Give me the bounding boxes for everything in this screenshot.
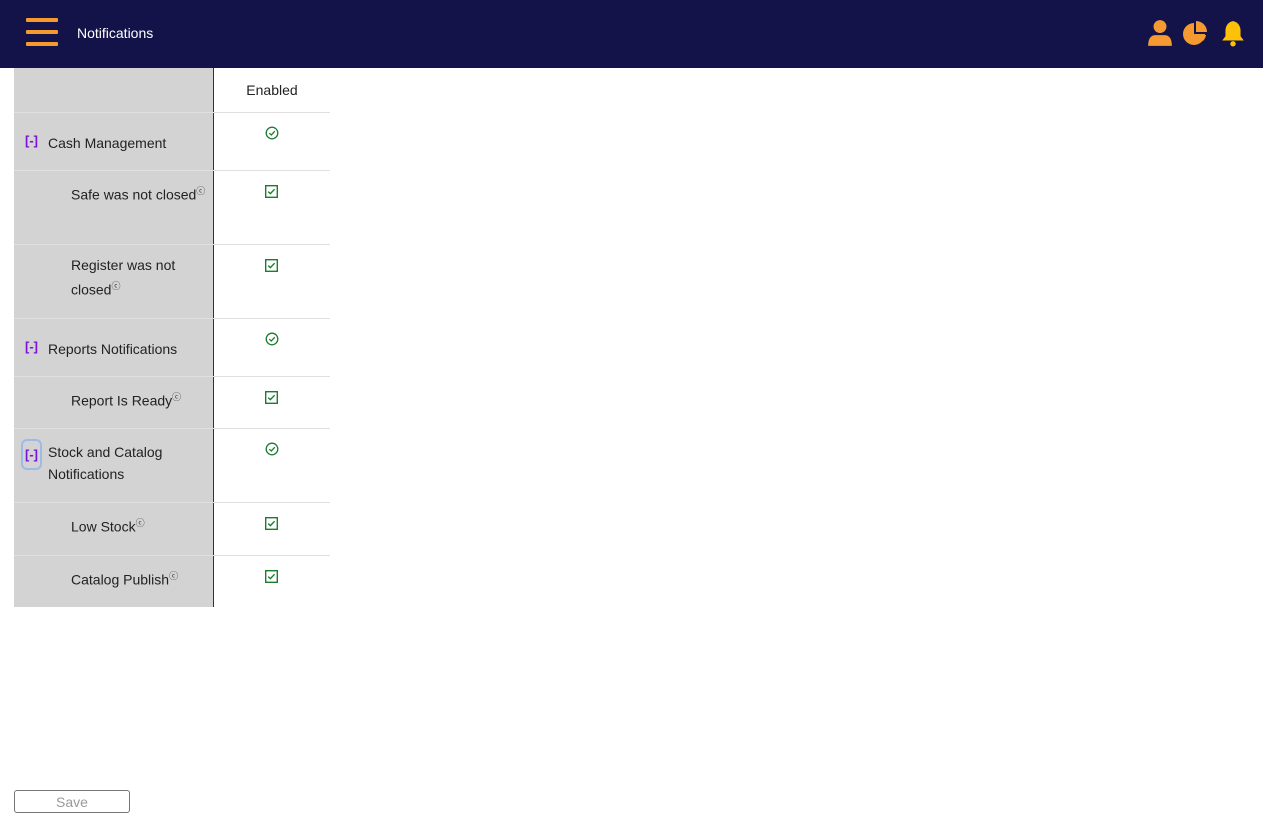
column-header-enabled: Enabled xyxy=(246,82,298,98)
collapse-toggle[interactable]: [-] xyxy=(25,339,38,354)
group-enabled-check-icon[interactable] xyxy=(265,126,279,140)
help-icon[interactable]: ⓒ xyxy=(111,281,120,291)
notification-row: Low Stockⓒ xyxy=(14,502,330,555)
enabled-checkbox[interactable] xyxy=(264,258,279,273)
page-title: Notifications xyxy=(77,25,154,41)
notification-label: Register was not closed xyxy=(71,257,176,298)
group-label: Reports Notifications xyxy=(48,341,178,357)
collapse-toggle[interactable]: [-] xyxy=(25,133,38,148)
enabled-checkbox[interactable] xyxy=(264,390,279,405)
group-label: Stock and Catalog Notifications xyxy=(48,444,163,482)
notification-label: Catalog Publish xyxy=(71,571,170,588)
bell-icon[interactable] xyxy=(1220,19,1246,47)
group-row: [-] Cash Management xyxy=(14,112,330,170)
enabled-checkbox[interactable] xyxy=(264,184,279,199)
enabled-checkbox[interactable] xyxy=(264,516,279,531)
user-icon[interactable] xyxy=(1147,19,1173,47)
notifications-table: Enabled [-] Cash Management Safe was not c… xyxy=(14,68,330,607)
group-label: Cash Management xyxy=(48,135,167,151)
help-icon[interactable]: ⓒ xyxy=(196,186,205,196)
save-button[interactable]: Save xyxy=(14,790,130,813)
collapse-toggle[interactable]: [-] xyxy=(21,439,42,470)
hamburger-menu-icon[interactable] xyxy=(26,18,58,47)
notification-label: Low Stock xyxy=(71,518,136,535)
notification-label: Safe was not closed xyxy=(71,186,197,203)
pie-chart-icon[interactable] xyxy=(1182,19,1208,47)
top-bar: Notifications xyxy=(0,0,1263,68)
help-icon[interactable]: ⓒ xyxy=(172,392,181,402)
group-enabled-check-icon[interactable] xyxy=(265,332,279,346)
group-enabled-check-icon[interactable] xyxy=(265,442,279,456)
table-header-row: Enabled xyxy=(14,68,330,112)
enabled-checkbox[interactable] xyxy=(264,569,279,584)
notification-label: Report Is Ready xyxy=(71,392,173,409)
group-row: [-] Reports Notifications xyxy=(14,318,330,376)
group-row: [-] Stock and Catalog Notifications xyxy=(14,428,330,502)
help-icon[interactable]: ⓒ xyxy=(169,571,178,581)
notification-row: Safe was not closedⓒ xyxy=(14,170,330,244)
help-icon[interactable]: ⓒ xyxy=(136,518,145,528)
notification-row: Register was not closedⓒ xyxy=(14,244,330,318)
notification-row: Catalog Publishⓒ xyxy=(14,555,330,607)
notification-row: Report Is Readyⓒ xyxy=(14,376,330,428)
